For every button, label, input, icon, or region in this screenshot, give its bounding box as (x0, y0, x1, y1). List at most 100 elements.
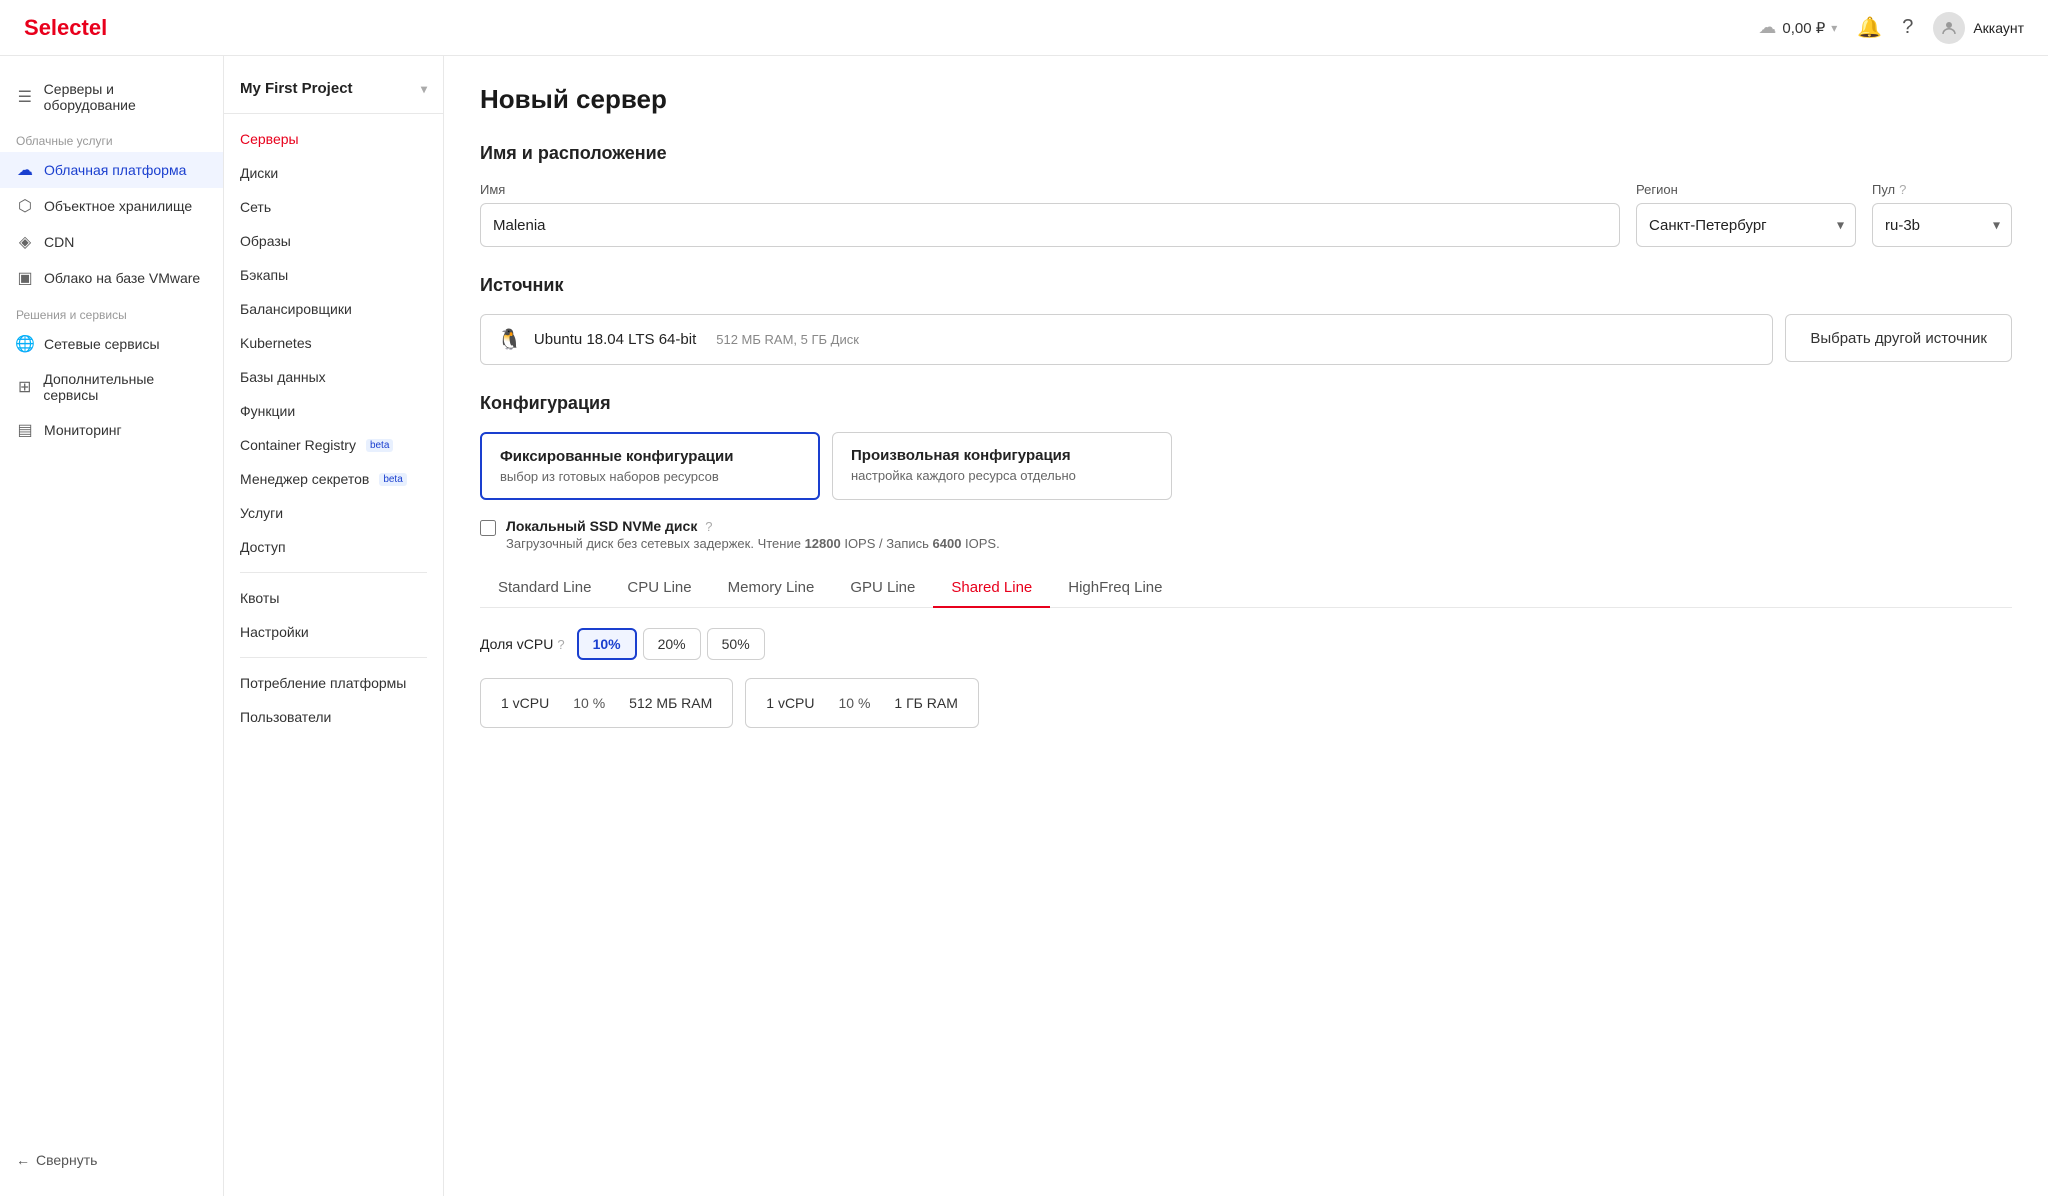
pool-label: Пул ? (1872, 182, 2012, 197)
nav-label-disks: Диски (240, 165, 278, 181)
nav-item-balancers[interactable]: Балансировщики (224, 292, 443, 326)
nav-item-databases[interactable]: Базы данных (224, 360, 443, 394)
card1-vcpu: 1 vCPU (766, 695, 814, 711)
tab-cpu[interactable]: CPU Line (609, 569, 709, 608)
config-card-0[interactable]: 1 vCPU 10 % 512 МБ RAM (480, 678, 733, 728)
config-custom-desc: настройка каждого ресурса отдельно (851, 468, 1153, 483)
vcpu-options: 10% 20% 50% (577, 628, 765, 660)
nav-item-container-registry[interactable]: Container Registry beta (224, 428, 443, 462)
nav-item-users[interactable]: Пользователи (224, 700, 443, 734)
nav-item-kubernetes[interactable]: Kubernetes (224, 326, 443, 360)
source-name: Ubuntu 18.04 LTS 64-bit (534, 331, 696, 348)
project-selector[interactable]: My First Project ▾ (224, 72, 443, 114)
nav-label-container-registry: Container Registry (240, 437, 356, 453)
nav-item-backups[interactable]: Бэкапы (224, 258, 443, 292)
config-custom-card[interactable]: Произвольная конфигурация настройка кажд… (832, 432, 1172, 500)
sidebar-label-cdn: CDN (44, 234, 74, 250)
card0-ram: 512 МБ RAM (629, 695, 712, 711)
source-selected: 🐧 Ubuntu 18.04 LTS 64-bit 512 МБ RAM, 5 … (480, 314, 1773, 365)
balance-dropdown-icon[interactable]: ▾ (1831, 21, 1837, 35)
tab-highfreq[interactable]: HighFreq Line (1050, 569, 1180, 608)
local-ssd-label: Локальный SSD NVMe диск ? (506, 518, 1000, 534)
card1-percent: 10 % (839, 695, 871, 711)
notifications-icon[interactable]: 🔔 (1857, 15, 1882, 40)
name-location-form: Имя Регион Санкт-Петербург Пул ? (480, 182, 2012, 247)
vcpu-help-icon[interactable]: ? (557, 637, 564, 652)
cloud-icon: ☁ (1758, 17, 1776, 38)
nav-item-secrets[interactable]: Менеджер секретов beta (224, 462, 443, 496)
sidebar-item-cdn[interactable]: ◈ CDN (0, 224, 223, 260)
sidebar-item-cloud-platform[interactable]: ☁ Облачная платформа (0, 152, 223, 188)
tab-standard[interactable]: Standard Line (480, 569, 609, 608)
avatar (1933, 12, 1965, 44)
name-input[interactable] (480, 203, 1620, 247)
sidebar-item-servers[interactable]: ☰ Серверы и оборудование (0, 72, 223, 122)
main-content: Новый сервер Имя и расположение Имя Реги… (444, 56, 2048, 1196)
local-ssd-label-area: Локальный SSD NVMe диск ? Загрузочный ди… (506, 518, 1000, 551)
region-select-wrapper: Санкт-Петербург (1636, 203, 1856, 247)
local-ssd-checkbox[interactable] (480, 520, 496, 536)
nav-label-kubernetes: Kubernetes (240, 335, 312, 351)
local-ssd-row: Локальный SSD NVMe диск ? Загрузочный ди… (480, 518, 2012, 551)
sidebar-item-extra-services[interactable]: ⊞ Дополнительные сервисы (0, 362, 223, 412)
vcpu-label: Доля vCPU ? (480, 636, 565, 652)
tab-shared[interactable]: Shared Line (933, 569, 1050, 608)
nav-label-quotas: Квоты (240, 590, 279, 606)
sidebar-second: My First Project ▾ Серверы Диски Сеть Об… (224, 56, 444, 1196)
pool-select[interactable]: ru-3b (1872, 203, 2012, 247)
vcpu-btn-20[interactable]: 20% (643, 628, 701, 660)
balance-area[interactable]: ☁ 0,00 ₽ ▾ (1758, 17, 1837, 38)
project-name: My First Project (240, 80, 353, 97)
nav-label-servers: Серверы (240, 131, 299, 147)
nav-label-services: Услуги (240, 505, 283, 521)
sidebar-item-vmware[interactable]: ▣ Облако на базе VMware (0, 260, 223, 296)
card1-ram: 1 ГБ RAM (894, 695, 957, 711)
account-area[interactable]: Аккаунт (1933, 12, 2024, 44)
card0-vcpu: 1 vCPU (501, 695, 549, 711)
config-card-0-details: 1 vCPU 10 % 512 МБ RAM (501, 695, 712, 711)
nav-item-network[interactable]: Сеть (224, 190, 443, 224)
collapse-button[interactable]: ← Свернуть (0, 1140, 223, 1180)
cdn-icon: ◈ (16, 233, 34, 251)
sidebar-item-object-storage[interactable]: ⬡ Объектное хранилище (0, 188, 223, 224)
config-card-1[interactable]: 1 vCPU 10 % 1 ГБ RAM (745, 678, 979, 728)
choose-source-button[interactable]: Выбрать другой источник (1785, 314, 2012, 362)
nav-divider-2 (240, 657, 427, 658)
help-icon[interactable]: ? (1902, 16, 1913, 39)
nav-item-services[interactable]: Услуги (224, 496, 443, 530)
sidebar-item-monitoring[interactable]: ▤ Мониторинг (0, 412, 223, 448)
config-fixed-card[interactable]: Фиксированные конфигурации выбор из гото… (480, 432, 820, 500)
nav-item-settings[interactable]: Настройки (224, 615, 443, 649)
pool-help-icon[interactable]: ? (1899, 182, 1906, 197)
nav-label-images: Образы (240, 233, 291, 249)
nav-item-access[interactable]: Доступ (224, 530, 443, 564)
nav-item-images[interactable]: Образы (224, 224, 443, 258)
nav-item-servers[interactable]: Серверы (224, 122, 443, 156)
header: Selectel ☁ 0,00 ₽ ▾ 🔔 ? Аккаунт (0, 0, 2048, 56)
ssd-help-icon[interactable]: ? (705, 519, 712, 534)
nav-label-functions: Функции (240, 403, 295, 419)
sidebar-label-object-storage: Объектное хранилище (44, 198, 192, 214)
nav-item-quotas[interactable]: Квоты (224, 581, 443, 615)
nav-item-platform-usage[interactable]: Потребление платформы (224, 666, 443, 700)
servers-icon: ☰ (16, 88, 34, 106)
nav-label-access: Доступ (240, 539, 286, 555)
header-right: ☁ 0,00 ₽ ▾ 🔔 ? Аккаунт (1758, 12, 2024, 44)
vcpu-btn-50[interactable]: 50% (707, 628, 765, 660)
card0-percent: 10 % (573, 695, 605, 711)
vcpu-row: Доля vCPU ? 10% 20% 50% (480, 628, 2012, 660)
project-dropdown-icon: ▾ (421, 82, 427, 96)
pool-field: Пул ? ru-3b (1872, 182, 2012, 247)
tab-gpu[interactable]: GPU Line (832, 569, 933, 608)
nav-item-functions[interactable]: Функции (224, 394, 443, 428)
source-section: 🐧 Ubuntu 18.04 LTS 64-bit 512 МБ RAM, 5 … (480, 314, 2012, 365)
tab-memory[interactable]: Memory Line (710, 569, 833, 608)
sidebar-item-network-services[interactable]: 🌐 Сетевые сервисы (0, 326, 223, 362)
balance-amount: 0,00 ₽ (1782, 19, 1825, 37)
secrets-badge: beta (379, 473, 406, 486)
nav-item-disks[interactable]: Диски (224, 156, 443, 190)
region-select[interactable]: Санкт-Петербург (1636, 203, 1856, 247)
config-tabs: Standard Line CPU Line Memory Line GPU L… (480, 569, 2012, 608)
vcpu-btn-10[interactable]: 10% (577, 628, 637, 660)
logo[interactable]: Selectel (24, 15, 107, 41)
